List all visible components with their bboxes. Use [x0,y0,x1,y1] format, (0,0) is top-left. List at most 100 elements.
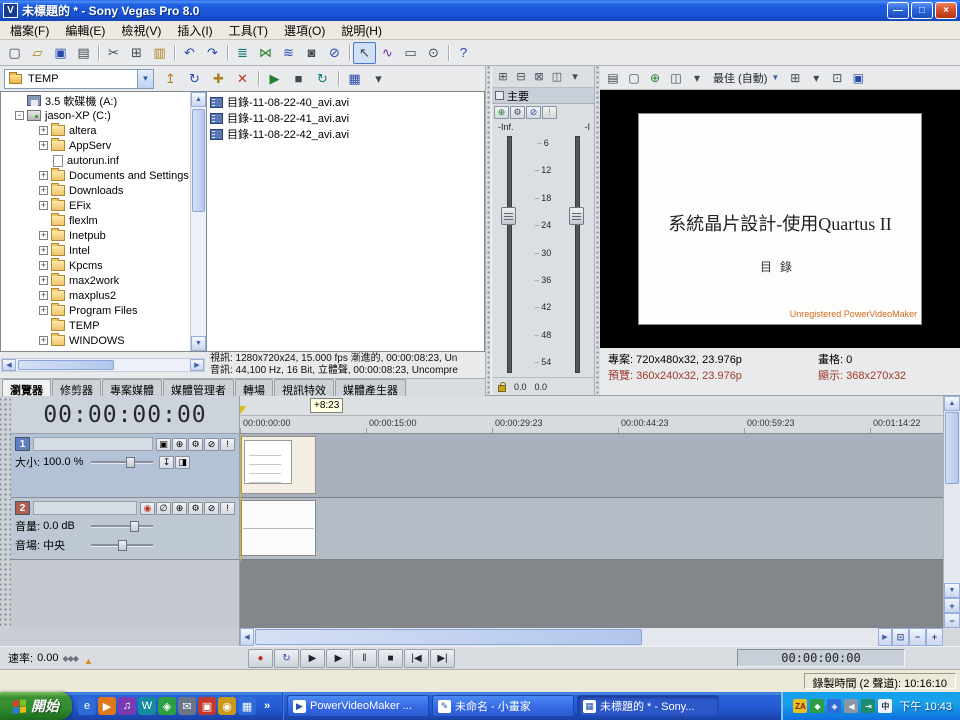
copy-button[interactable]: ⊞ [125,42,148,64]
track-solo-button[interactable]: ! [220,438,235,451]
track-name-field[interactable] [33,501,137,515]
go-to-start-button[interactable]: |◀ [404,649,429,668]
task-vegas[interactable]: ▦ 未標題的 * - Sony... [577,695,719,717]
start-button[interactable]: 開始 [0,692,72,720]
master-solo-button[interactable]: ! [542,106,557,119]
tree-expander[interactable]: + [39,246,48,255]
quicklaunch-icon-1[interactable]: e [78,697,96,715]
quicklaunch-overflow[interactable]: » [258,697,276,715]
tray-volume[interactable]: ◀ [844,699,858,713]
tab-explorer[interactable]: 瀏覽器 [2,379,51,396]
quicklaunch-icon-8[interactable]: ◉ [218,697,236,715]
selection-edit-tool-button[interactable]: ▭ [399,42,422,64]
normal-edit-tool-button[interactable]: ↖ [353,42,376,64]
make-compositing-child-button[interactable]: ↧ [159,456,174,469]
tab-trimmer[interactable]: 修剪器 [52,379,101,396]
track-volume-slider[interactable] [91,525,153,528]
menu-insert[interactable]: 插入(I) [169,20,220,41]
tree-item-floppy-a[interactable]: 3.5 軟碟機 (A:) [1,93,190,108]
timeline-vertical-scrollbar[interactable]: ▲ ▼ + − [943,396,960,628]
scroll-thumb[interactable] [945,412,959,484]
lock-envelopes-button[interactable]: ◙ [300,42,323,64]
new-folder-button[interactable]: ✚ [207,68,230,90]
tree-item-flexlm[interactable]: flexlm [1,213,190,228]
master-properties-button[interactable]: ⚙ [510,106,525,119]
split-screen-view-button[interactable]: ◫ [666,68,686,88]
ignore-event-grouping-button[interactable]: ⊘ [323,42,346,64]
track-size-slider[interactable] [91,461,153,464]
zoom-edit-tool-button[interactable]: ⊙ [422,42,445,64]
track-solo-button[interactable]: ! [220,502,235,515]
video-output-fx-button[interactable]: ⊕ [645,68,665,88]
tree-vertical-scrollbar[interactable]: ▲ ▼ [190,92,206,351]
auto-crossfade-button[interactable]: ⋈ [254,42,277,64]
quicklaunch-icon-7[interactable]: ▣ [198,697,216,715]
scroll-track[interactable] [254,628,878,646]
tray-antivirus[interactable]: ◆ [810,699,824,713]
views-dropdown[interactable]: ▾ [367,68,390,90]
paste-button[interactable]: ▥ [148,42,171,64]
cut-button[interactable]: ✂ [102,42,125,64]
slider-knob[interactable] [126,457,135,468]
tree-item-downloads[interactable]: + Downloads [1,183,190,198]
invert-phase-button[interactable]: ∅ [156,502,171,515]
video-track-header[interactable]: 1 ▣⊕⚙⊘! 大小: 100.0 % ↧◨ [11,434,239,498]
menu-options[interactable]: 選項(O) [276,20,333,41]
tree-expander[interactable]: + [39,126,48,135]
scroll-down-arrow[interactable]: ▼ [944,583,960,598]
quicklaunch-icon-2[interactable]: ▶ [98,697,116,715]
tree-expander[interactable]: - [15,111,24,120]
play-button[interactable]: ▶ [326,649,351,668]
master-bus-header[interactable]: 主要 [492,88,594,104]
edit-cursor-head[interactable] [240,406,246,414]
scroll-left-arrow[interactable]: ◀ [2,359,16,371]
tab-project-media[interactable]: 專案媒體 [102,379,162,396]
marker-bar[interactable]: +8:23 [240,396,943,416]
pause-button[interactable]: ‖ [352,649,377,668]
automation-settings-button[interactable]: ⚙ [188,502,203,515]
tree-item-windows[interactable]: + WINDOWS [1,333,190,348]
split-screen-dropdown[interactable]: ▾ [687,68,707,88]
timeline-horizontal-scrollbar[interactable]: ◀ ▶ [240,628,892,646]
tree-item-temp[interactable]: TEMP [1,318,190,333]
undo-button[interactable]: ↶ [178,42,201,64]
fader-groove-right[interactable] [566,136,588,373]
auto-ripple-button[interactable]: ≋ [277,42,300,64]
menu-tools[interactable]: 工具(T) [221,20,276,41]
slider-knob[interactable] [130,521,139,532]
tab-media-manager[interactable]: 媒體管理者 [163,379,234,396]
tree-expander[interactable]: + [39,336,48,345]
tree-item-jason-xp-c[interactable]: - jason-XP (C:) [1,108,190,123]
tree-item-efix[interactable]: + EFix [1,198,190,213]
track-fx-button[interactable]: ⊕ [172,502,187,515]
tray-messenger[interactable]: ◈ [827,699,841,713]
envelope-edit-tool-button[interactable]: ∿ [376,42,399,64]
tray-zonealarm[interactable]: ZA [793,699,807,713]
zoom-out-vertical-button[interactable]: − [944,613,960,628]
tree-expander[interactable]: + [39,261,48,270]
enable-snapping-button[interactable]: ≣ [231,42,254,64]
menu-view[interactable]: 檢視(V) [113,20,169,41]
tree-expander[interactable]: + [39,201,48,210]
overlays-grid-button[interactable]: ⊞ [785,68,805,88]
scroll-track[interactable] [944,411,960,583]
project-video-properties-button[interactable]: ▤ [603,68,623,88]
tree-expander[interactable]: + [39,141,48,150]
master-fx-button[interactable]: ⊕ [494,106,509,119]
fader-handle-left[interactable] [501,207,516,225]
overlays-dropdown[interactable]: ▾ [806,68,826,88]
tree-horizontal-scrollbar[interactable]: ◀ ▶ [0,352,206,378]
tree-item-autorun-inf[interactable]: autorun.inf [1,153,190,168]
stop-button[interactable]: ■ [378,649,403,668]
tab-media-generators[interactable]: 媒體產生器 [335,379,406,396]
file-item-1[interactable]: 目錄-11-08-22-40_avi.avi [210,94,481,110]
address-dropdown-arrow[interactable]: ▼ [137,70,153,88]
start-preview-button[interactable]: ▶ [263,68,286,90]
timeline-dock-grip[interactable] [0,396,11,628]
menu-help[interactable]: 說明(H) [333,20,390,41]
track-mute-button[interactable]: ⊘ [204,502,219,515]
maximize-button[interactable]: □ [911,2,933,19]
mixer-properties-dropdown[interactable]: ▾ [566,68,584,86]
arm-for-record-button[interactable]: ◉ [140,502,155,515]
minimize-button[interactable]: — [887,2,909,19]
